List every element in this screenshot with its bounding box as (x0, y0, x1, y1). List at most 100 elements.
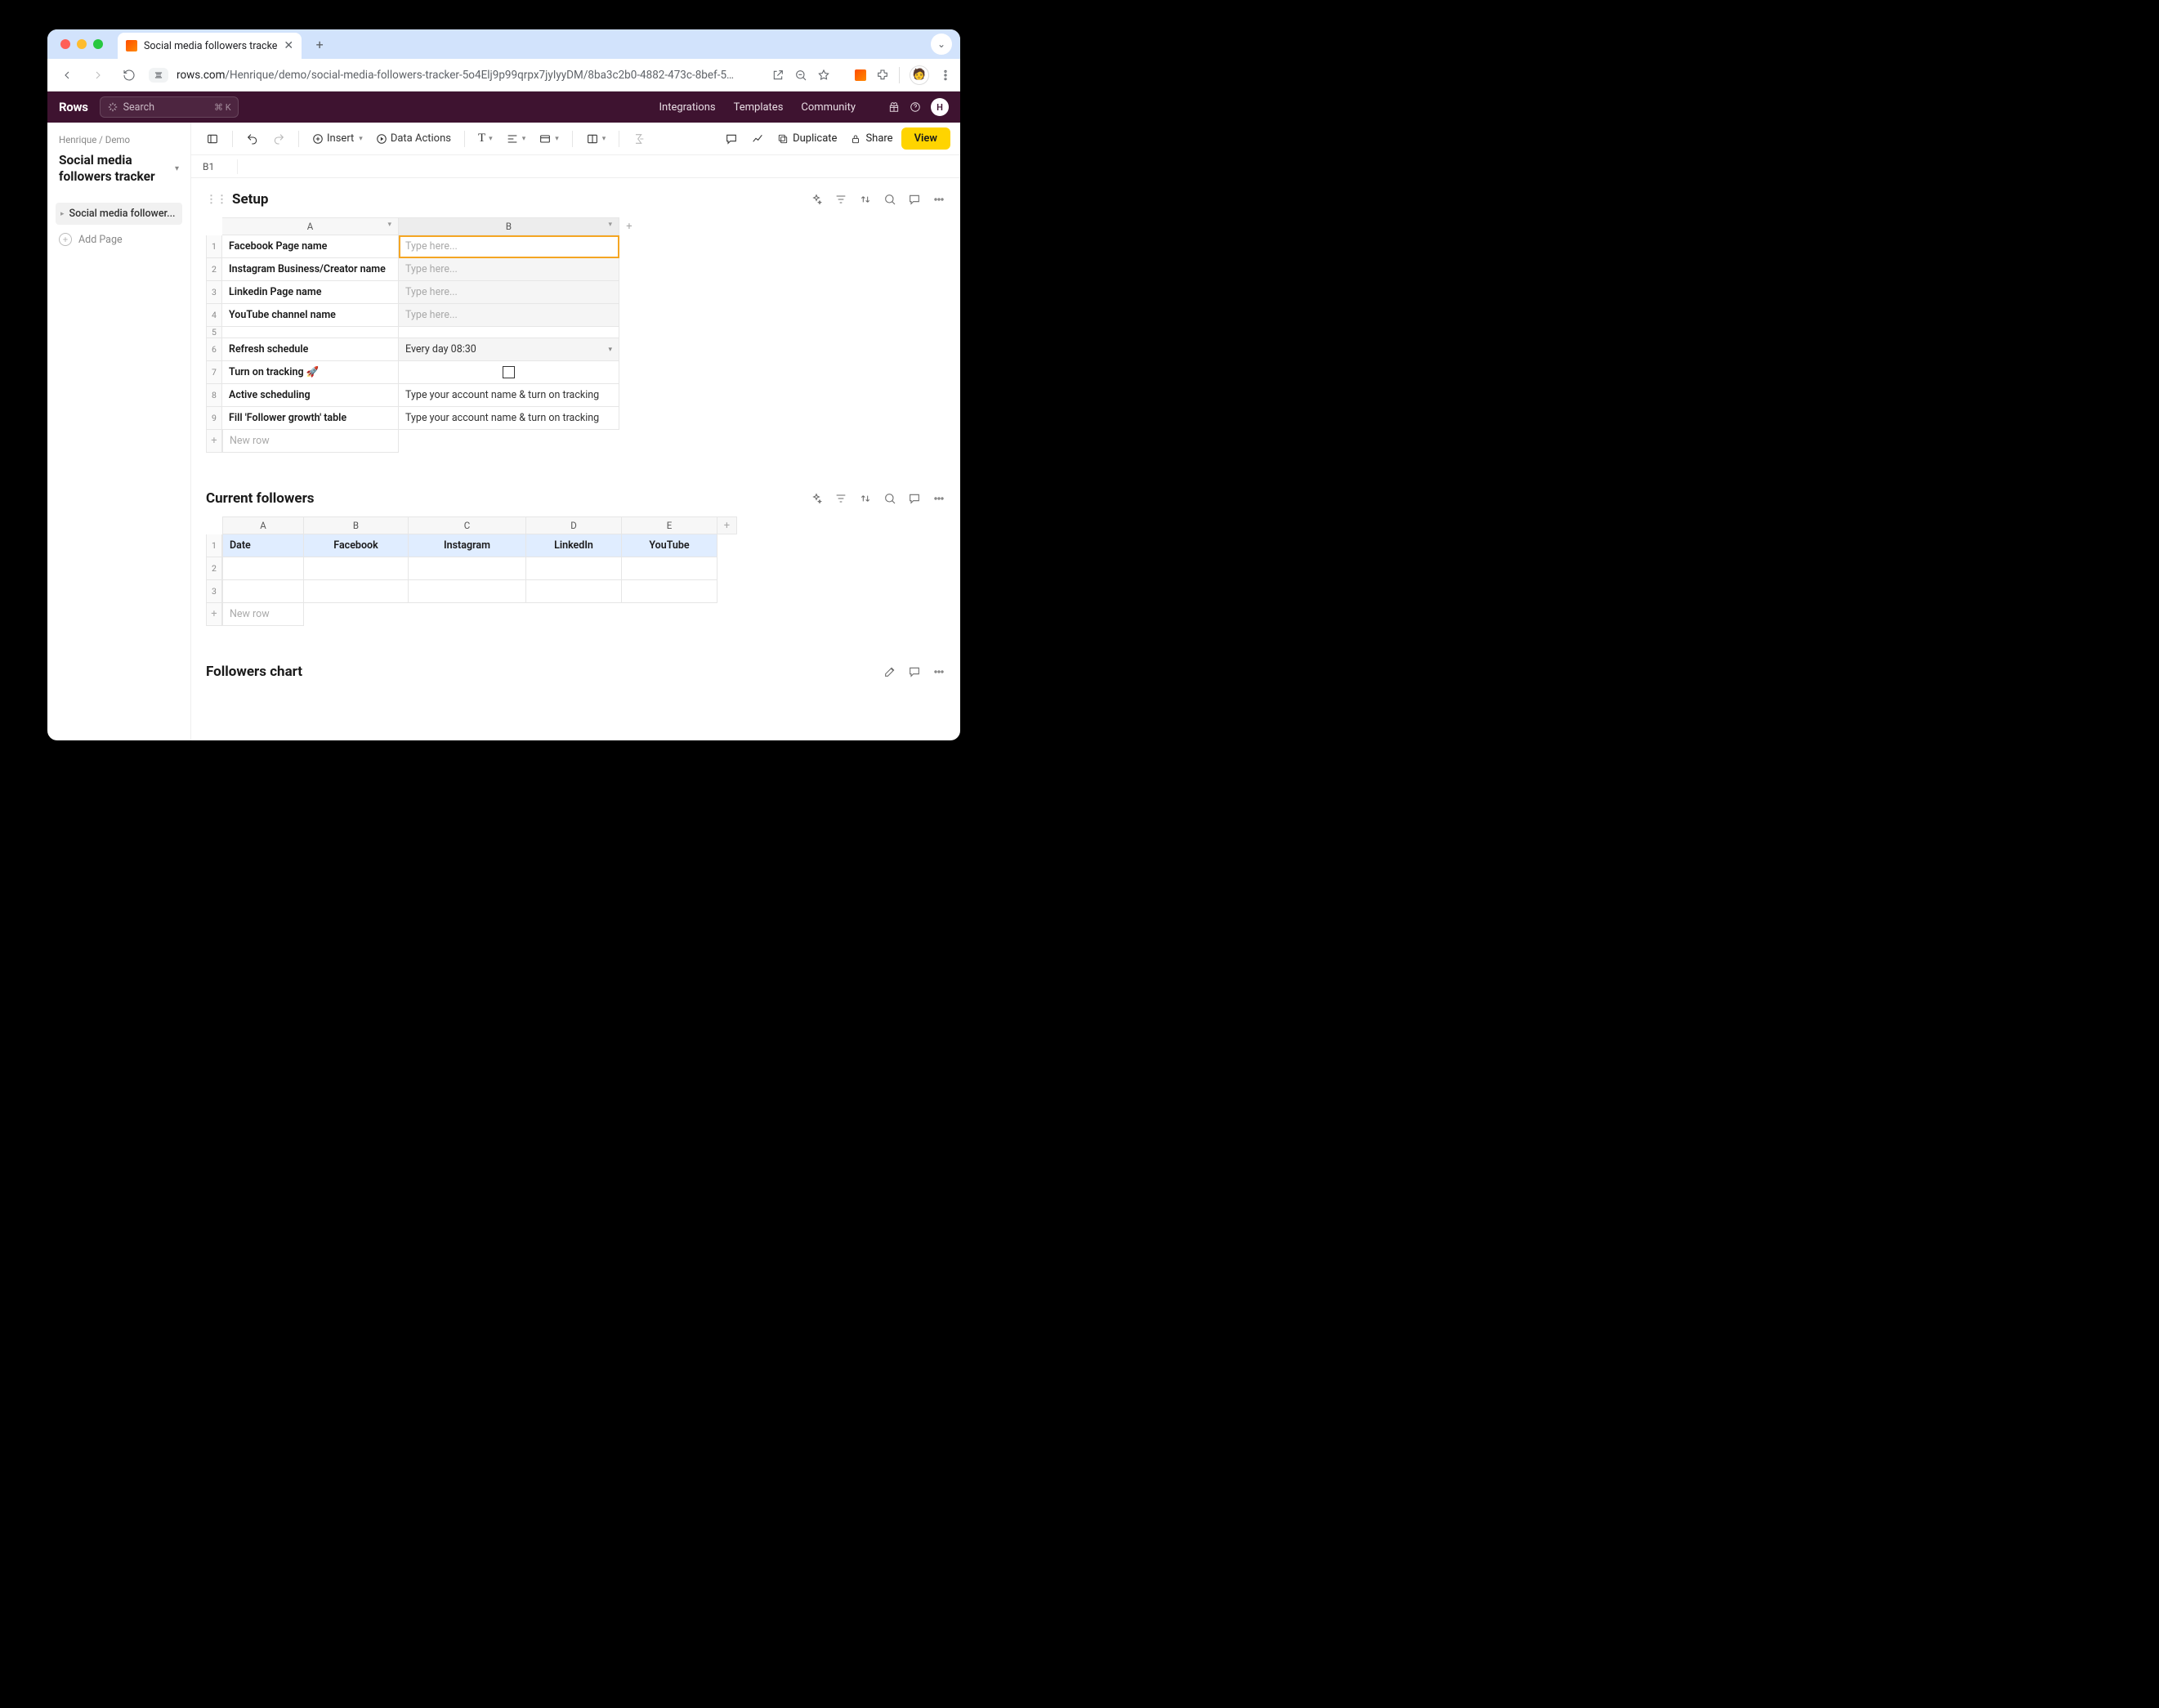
cell-format-button[interactable]: ▾ (534, 129, 564, 149)
zoom-icon[interactable] (794, 69, 807, 82)
nav-community[interactable]: Community (801, 101, 856, 114)
header-youtube[interactable]: YouTube (622, 534, 717, 557)
cell-a9[interactable]: Fill 'Follower growth' table (222, 407, 399, 430)
cf-cell[interactable] (526, 580, 622, 603)
facebook-page-input[interactable] (405, 240, 612, 253)
edit-icon[interactable] (883, 665, 896, 678)
cell-a5[interactable] (222, 327, 399, 338)
header-date[interactable]: Date (222, 534, 304, 557)
crumb-folder[interactable]: Demo (105, 134, 130, 145)
tab-list-button[interactable]: ⌄ (931, 34, 952, 55)
cell-b7[interactable] (399, 361, 619, 384)
note-icon[interactable] (908, 193, 921, 206)
app-logo[interactable]: Rows (59, 100, 88, 114)
new-row-label[interactable]: New row (222, 603, 304, 626)
cell-b2[interactable] (399, 258, 619, 281)
youtube-input[interactable] (405, 309, 612, 321)
cf-cell[interactable] (409, 580, 526, 603)
bookmark-star-icon[interactable] (817, 69, 830, 82)
insert-button[interactable]: Insert ▾ (307, 129, 368, 148)
note-icon[interactable] (908, 492, 921, 505)
cell-a4[interactable]: YouTube channel name (222, 304, 399, 327)
ai-sparkle-icon[interactable] (810, 193, 823, 206)
close-tab-icon[interactable]: ✕ (284, 39, 293, 52)
cf-col-d[interactable]: D (526, 516, 622, 534)
drag-handle-icon[interactable]: ⋮⋮ (206, 194, 227, 206)
cf-col-b[interactable]: B (304, 516, 409, 534)
analytics-icon[interactable] (746, 129, 769, 149)
add-page-button[interactable]: + Add Page (56, 226, 182, 253)
formula-button[interactable] (628, 129, 650, 149)
note-icon[interactable] (908, 665, 921, 678)
new-tab-button[interactable]: + (308, 33, 331, 56)
cf-cell[interactable] (409, 557, 526, 580)
profile-avatar[interactable]: 🧑 (910, 65, 929, 85)
filter-icon[interactable] (834, 193, 847, 206)
more-icon[interactable] (932, 665, 945, 678)
cell-b5[interactable] (399, 327, 619, 338)
add-row-button[interactable]: + (206, 430, 222, 453)
align-button[interactable]: ▾ (501, 129, 531, 149)
cell-a6[interactable]: Refresh schedule (222, 338, 399, 361)
crumb-workspace[interactable]: Henrique (59, 134, 96, 145)
cell-a8[interactable]: Active scheduling (222, 384, 399, 407)
col-header-a[interactable]: A▾ (222, 217, 399, 235)
tracking-checkbox[interactable] (503, 366, 515, 378)
share-button[interactable]: Share (845, 129, 897, 148)
ai-sparkle-icon[interactable] (810, 492, 823, 505)
cf-cell[interactable] (622, 580, 717, 603)
view-button[interactable]: View (901, 127, 950, 150)
instagram-input[interactable] (405, 263, 612, 275)
cf-cell[interactable] (222, 557, 304, 580)
data-actions-button[interactable]: Data Actions (371, 129, 456, 148)
cf-cell[interactable] (304, 580, 409, 603)
sort-icon[interactable] (859, 193, 872, 206)
wrap-button[interactable]: ▾ (581, 129, 611, 149)
cell-a7[interactable]: Turn on tracking 🚀 (222, 361, 399, 384)
browser-menu-icon[interactable] (939, 69, 952, 82)
add-column-button[interactable]: + (717, 516, 737, 534)
back-button[interactable] (56, 64, 78, 87)
header-instagram[interactable]: Instagram (409, 534, 526, 557)
cf-cell[interactable] (526, 557, 622, 580)
cell-b3[interactable] (399, 281, 619, 304)
reload-button[interactable] (118, 64, 141, 87)
cell-b4[interactable] (399, 304, 619, 327)
site-info-button[interactable] (149, 68, 168, 83)
toggle-sidebar-button[interactable] (201, 129, 224, 149)
cell-a2[interactable]: Instagram Business/Creator name (222, 258, 399, 281)
add-row-button[interactable]: + (206, 603, 222, 626)
user-avatar[interactable]: H (931, 98, 949, 116)
search-input[interactable]: Search ⌘ K (100, 96, 239, 118)
cf-col-a[interactable]: A (222, 516, 304, 534)
url-field[interactable]: rows.com/Henrique/demo/social-media-foll… (177, 69, 757, 82)
search-icon[interactable] (883, 193, 896, 206)
linkedin-input[interactable] (405, 286, 612, 298)
extension-rows-icon[interactable] (855, 69, 866, 81)
header-facebook[interactable]: Facebook (304, 534, 409, 557)
cell-b6-refresh-schedule[interactable]: Every day 08:30▾ (399, 338, 619, 361)
close-window-button[interactable] (60, 39, 70, 49)
cf-col-c[interactable]: C (409, 516, 526, 534)
gift-icon[interactable] (888, 101, 900, 113)
add-column-button[interactable]: + (619, 217, 639, 235)
comment-icon[interactable] (720, 129, 743, 149)
sidebar-page-item[interactable]: ▸ Social media follower... (56, 203, 182, 225)
cf-col-e[interactable]: E (622, 516, 717, 534)
cell-b8[interactable]: Type your account name & turn on trackin… (399, 384, 619, 407)
duplicate-button[interactable]: Duplicate (772, 129, 842, 148)
text-format-button[interactable]: T▾ (473, 128, 498, 149)
cell-b1[interactable] (399, 235, 619, 258)
header-linkedin[interactable]: LinkedIn (526, 534, 622, 557)
cell-reference[interactable]: B1 (203, 161, 237, 172)
more-icon[interactable] (932, 492, 945, 505)
help-icon[interactable] (910, 101, 921, 113)
forward-button[interactable] (87, 64, 110, 87)
nav-integrations[interactable]: Integrations (659, 101, 715, 114)
filter-icon[interactable] (834, 492, 847, 505)
doc-title[interactable]: Social media followers tracker (59, 152, 175, 185)
new-row-label[interactable]: New row (222, 430, 399, 453)
cell-b9[interactable]: Type your account name & turn on trackin… (399, 407, 619, 430)
more-icon[interactable] (932, 193, 945, 206)
cf-cell[interactable] (622, 557, 717, 580)
